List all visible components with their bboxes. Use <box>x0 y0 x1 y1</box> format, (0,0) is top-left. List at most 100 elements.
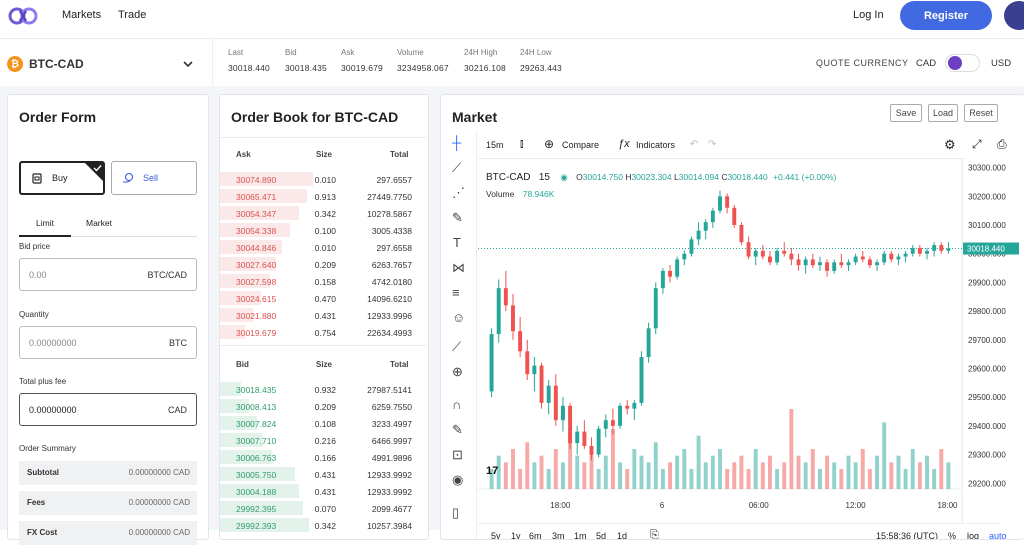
legend-low: 30014.094 <box>678 172 719 182</box>
eye-icon[interactable]: ◉ <box>452 472 463 488</box>
text-icon[interactable]: T <box>453 235 461 250</box>
reset-button[interactable]: Reset <box>964 104 998 122</box>
candle-body <box>511 305 515 332</box>
bid-price-input[interactable]: 0.00 BTC/CAD <box>19 258 197 291</box>
auto-toggle[interactable]: auto <box>989 531 1007 539</box>
tf-5d[interactable]: 5d <box>596 531 606 539</box>
ruler-icon[interactable]: ⟋ <box>452 339 461 355</box>
tab-market[interactable]: Market <box>86 218 112 228</box>
register-button[interactable]: Register <box>900 1 992 30</box>
load-button[interactable]: Load <box>928 104 958 122</box>
bid-row[interactable]: 29992.395 0.070 2099.4677 <box>220 501 427 516</box>
compare-button[interactable]: Compare <box>562 140 599 150</box>
candle-style-icon[interactable]: ⫾ <box>520 138 524 151</box>
interval-selector[interactable]: 15m <box>486 140 504 150</box>
undo-icon[interactable]: ↶ <box>690 139 698 150</box>
bid-row[interactable]: 29992.393 0.342 10257.3984 <box>220 518 427 533</box>
volume-bar <box>503 462 508 489</box>
percent-toggle[interactable]: % <box>948 531 956 539</box>
ask-row[interactable]: 30027.640 0.209 6263.7657 <box>220 257 427 272</box>
tf-1d[interactable]: 1d <box>617 531 627 539</box>
ask-row[interactable]: 30065.471 0.913 27449.7750 <box>220 189 427 204</box>
gear-icon[interactable]: ⚙ <box>944 137 956 153</box>
indicators-button[interactable]: Indicators <box>636 140 675 150</box>
total-input[interactable]: 0.00000000 CAD <box>19 393 197 426</box>
sell-button[interactable]: Sell <box>111 161 197 195</box>
ask-row[interactable]: 30044.846 0.010 297.6558 <box>220 240 427 255</box>
candle-body <box>646 328 651 357</box>
login-link[interactable]: Log In <box>853 9 884 21</box>
redo-icon[interactable]: ↷ <box>708 139 716 150</box>
tab-limit[interactable]: Limit <box>36 218 54 228</box>
bid-row[interactable]: 30008.413 0.209 6259.7550 <box>220 399 427 414</box>
lock-drawing-icon[interactable]: ✎ <box>452 422 463 438</box>
volume-bar <box>603 455 608 489</box>
candle-body <box>839 262 844 266</box>
tf-1y[interactable]: 1y <box>511 531 521 539</box>
ask-row[interactable]: 30074.890 0.010 297.6557 <box>220 172 427 187</box>
ask-row[interactable]: 30024.615 0.470 14096.6210 <box>220 291 427 306</box>
tf-1m[interactable]: 1m <box>574 531 587 539</box>
ask-row[interactable]: 30054.338 0.100 3005.4338 <box>220 223 427 238</box>
log-toggle[interactable]: log <box>967 531 979 539</box>
brush-icon[interactable]: ✎ <box>452 210 463 226</box>
ask-row[interactable]: 30027.598 0.158 4742.0180 <box>220 274 427 289</box>
candle-body <box>689 239 694 254</box>
tf-5y[interactable]: 5y <box>491 531 501 539</box>
ask-row[interactable]: 30019.679 0.754 22634.4993 <box>220 325 427 340</box>
fullscreen-icon[interactable]: ⤢ <box>972 137 982 152</box>
avatar[interactable] <box>1004 1 1024 30</box>
volume-bar <box>725 469 730 489</box>
nav-markets[interactable]: Markets <box>62 9 101 21</box>
volume-bar <box>732 462 737 489</box>
bid-row[interactable]: 30007.824 0.108 3233.4997 <box>220 416 427 431</box>
volume-bar <box>660 469 665 489</box>
bid-row[interactable]: 30006.763 0.166 4991.9896 <box>220 450 427 465</box>
bid-row[interactable]: 30007.710 0.216 6466.9997 <box>220 433 427 448</box>
pair-selector[interactable]: ₿ BTC-CAD <box>7 54 207 74</box>
volume-bar <box>560 462 565 489</box>
bid-price: 30007.824 <box>236 419 277 429</box>
utc-time[interactable]: 15:58:36 (UTC) <box>876 531 938 539</box>
volume-bar <box>710 455 715 489</box>
divider <box>220 345 427 346</box>
volume-bar <box>610 429 615 489</box>
candle-body <box>775 250 780 263</box>
lock-icon[interactable]: ⊡ <box>452 447 463 463</box>
volume-bar <box>703 462 708 489</box>
save-button[interactable]: Save <box>890 104 922 122</box>
ask-row[interactable]: 30021.880 0.431 12933.9996 <box>220 308 427 323</box>
chevron-down-icon <box>183 61 193 68</box>
quantity-input[interactable]: 0.00000000 BTC <box>19 326 197 359</box>
candle-body <box>867 259 872 266</box>
bid-size: 0.209 <box>314 402 336 412</box>
pattern-icon[interactable]: ⋈ <box>452 260 465 276</box>
volume-bar <box>739 455 744 489</box>
fib-icon[interactable]: ⋰ <box>452 185 465 201</box>
trash-icon[interactable]: ▯ <box>452 505 459 521</box>
ask-size: 0.754 <box>314 328 336 338</box>
quote-currency-toggle[interactable] <box>945 54 980 72</box>
brand-logo-icon[interactable] <box>8 5 38 27</box>
camera-icon[interactable]: ⎙ <box>997 137 1007 152</box>
magnet-icon[interactable]: ∩ <box>452 397 461 412</box>
date-range-icon[interactable]: ⎘ <box>650 529 659 539</box>
trend-line-icon[interactable]: ⟋ <box>452 160 461 176</box>
candle-body <box>860 256 865 260</box>
price-chart[interactable]: 30300.00030200.00030100.00030000.0002990… <box>478 159 1024 539</box>
nav-trade[interactable]: Trade <box>118 9 146 21</box>
crosshair-icon[interactable]: ┼ <box>452 135 461 150</box>
candle-body <box>782 250 787 254</box>
bid-row[interactable]: 30018.435 0.932 27987.5141 <box>220 382 427 397</box>
ask-row[interactable]: 30054.347 0.342 10278.5867 <box>220 206 427 221</box>
buy-button[interactable]: Buy <box>19 161 105 195</box>
emoji-icon[interactable]: ☺ <box>452 310 465 325</box>
bid-row[interactable]: 30004.188 0.431 12933.9992 <box>220 484 427 499</box>
tf-3m[interactable]: 3m <box>552 531 565 539</box>
bid-row[interactable]: 30005.750 0.431 12933.9992 <box>220 467 427 482</box>
zoom-in-icon[interactable]: ⊕ <box>452 364 463 380</box>
volume-bar <box>925 455 929 489</box>
bid-price: 30006.763 <box>236 453 277 463</box>
prediction-icon[interactable]: ≡ <box>452 285 460 300</box>
tf-6m[interactable]: 6m <box>529 531 542 539</box>
